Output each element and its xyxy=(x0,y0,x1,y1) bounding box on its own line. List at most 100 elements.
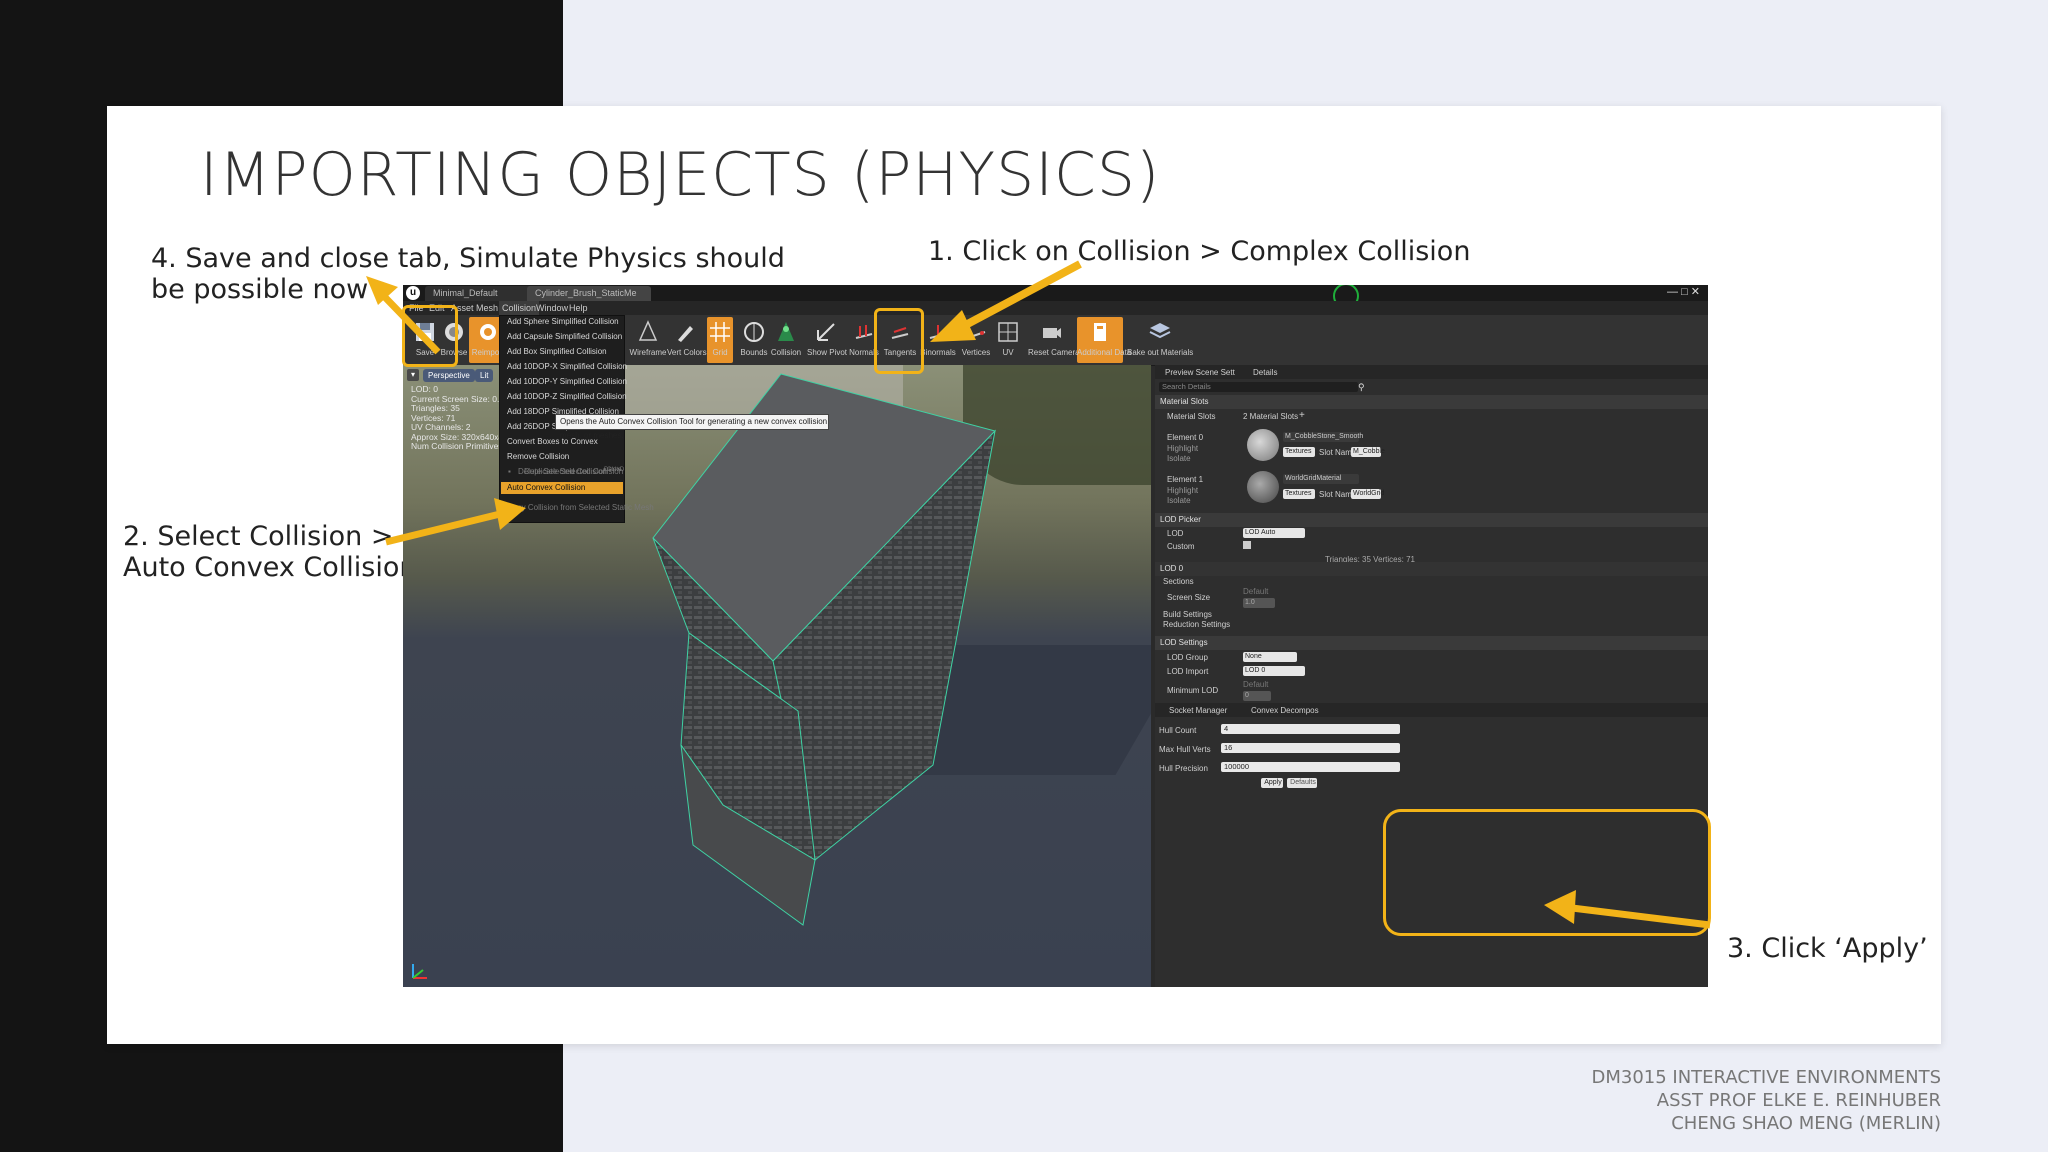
hull-precision-input[interactable]: 100000 xyxy=(1221,762,1400,772)
menu-collision[interactable]: Collision xyxy=(499,301,540,315)
binormals-icon xyxy=(929,325,947,339)
reimport-icon xyxy=(480,324,496,340)
show-pivot-button[interactable]: Show Pivot xyxy=(807,317,847,363)
data-icon xyxy=(1094,323,1106,341)
material-1-select[interactable]: WorldGridMaterial xyxy=(1283,474,1359,484)
lod-label: LOD xyxy=(1167,529,1184,538)
wireframe-button[interactable]: Wireframe xyxy=(629,317,667,363)
convex-callout-box xyxy=(1383,809,1711,936)
footer-line-1: DM3015 INTERACTIVE ENVIRONMENTS xyxy=(1591,1067,1941,1088)
collision-button[interactable]: Collision xyxy=(767,317,805,363)
tab-cylinder-brush[interactable]: Cylinder_Brush_StaticMe xyxy=(527,286,651,301)
bounds-icon xyxy=(744,322,764,342)
add-material-slot-icon[interactable]: + xyxy=(1299,410,1305,421)
lod-picker-header[interactable]: LOD Picker xyxy=(1155,513,1708,527)
slot-name-0-input[interactable]: M_Cobble xyxy=(1351,447,1385,457)
step-2-line-2: Auto Convex Collision xyxy=(123,552,417,583)
brush-icon xyxy=(678,326,693,342)
collision-icon xyxy=(778,322,794,341)
material-slots-label: Material Slots xyxy=(1167,412,1216,421)
defaults-button[interactable]: Defaults xyxy=(1287,778,1317,788)
step-1-text: 1. Click on Collision > Complex Collisio… xyxy=(928,236,1471,267)
element-0-isolate[interactable]: Isolate xyxy=(1167,454,1191,463)
uv-button[interactable]: UV xyxy=(989,317,1027,363)
reduction-settings-row[interactable]: Reduction Settings xyxy=(1163,620,1230,629)
window-controls[interactable]: — □ ✕ xyxy=(1667,285,1700,298)
tab-socket-manager[interactable]: Socket Manager xyxy=(1169,706,1227,715)
details-search-input[interactable]: Search Details xyxy=(1159,382,1358,392)
minimum-lod-default: Default xyxy=(1243,680,1269,689)
material-0-textures[interactable]: Textures xyxy=(1283,447,1315,457)
collision-callout-box xyxy=(874,308,924,374)
material-0-select[interactable]: M_CobbleStone_Smooth xyxy=(1283,432,1363,442)
grid-button[interactable]: Grid xyxy=(707,317,733,363)
element-1-label: Element 1 xyxy=(1167,475,1204,484)
lod-0-header[interactable]: LOD 0 xyxy=(1155,562,1708,576)
lod-group-select[interactable]: None xyxy=(1243,652,1297,662)
element-0-label: Element 0 xyxy=(1167,433,1204,442)
normals-icon xyxy=(855,325,873,339)
sections-row[interactable]: Sections xyxy=(1163,577,1194,586)
menu-window[interactable]: Window xyxy=(536,301,568,315)
material-1-textures[interactable]: Textures xyxy=(1283,489,1315,499)
reset-camera-button[interactable]: Reset Camera xyxy=(1028,317,1080,363)
step-2-line-1: 2. Select Collision > xyxy=(123,521,394,552)
bake-out-materials-button[interactable]: Bake out Materials xyxy=(1127,317,1193,363)
material-slots-header[interactable]: Material Slots xyxy=(1155,395,1708,409)
grid-icon xyxy=(710,322,730,342)
tab-minimal-default[interactable]: Minimal_Default xyxy=(425,286,537,301)
step-2-text: 2. Select Collision > Auto Convex Collis… xyxy=(123,521,417,583)
material-1-thumbnail[interactable] xyxy=(1247,471,1279,503)
lod-select[interactable]: LOD Auto xyxy=(1243,528,1305,538)
additional-data-button[interactable]: Additional Data xyxy=(1077,317,1131,363)
footer-credits: DM3015 INTERACTIVE ENVIRONMENTS ASST PRO… xyxy=(1591,1066,1941,1135)
lod-settings-header[interactable]: LOD Settings xyxy=(1155,636,1708,650)
vert-colors-button[interactable]: Vert Colors xyxy=(667,317,707,363)
lod-import-select[interactable]: LOD 0 xyxy=(1243,666,1305,676)
menu-add-box-collision[interactable]: Add Box Simplified Collision xyxy=(507,347,607,356)
panel-tab-bar xyxy=(1155,365,1708,379)
menu-remove-collision[interactable]: Remove Collision xyxy=(507,452,569,461)
wireframe-icon xyxy=(638,320,658,341)
minimum-lod-input[interactable]: 0 xyxy=(1243,691,1271,701)
layers-icon xyxy=(1149,323,1171,339)
perspective-button[interactable]: Perspective xyxy=(423,369,475,382)
binormals-button[interactable]: Binormals xyxy=(919,317,957,363)
max-hull-verts-input[interactable]: 16 xyxy=(1221,743,1400,753)
material-0-thumbnail[interactable] xyxy=(1247,429,1279,461)
tab-preview-scene-settings[interactable]: Preview Scene Sett xyxy=(1165,368,1235,377)
element-0-highlight[interactable]: Highlight xyxy=(1167,444,1198,453)
axis-gizmo-icon xyxy=(412,964,427,979)
tab-convex-decomposition[interactable]: Convex Decompos xyxy=(1251,706,1319,715)
menu-auto-convex-collision[interactable]: Auto Convex Collision xyxy=(507,483,585,492)
menu-add-10dop-y[interactable]: Add 10DOP-Y Simplified Collision xyxy=(507,377,627,386)
tab-details[interactable]: Details xyxy=(1253,368,1277,377)
save-callout-box xyxy=(402,305,458,367)
lod-import-label: LOD Import xyxy=(1167,667,1209,676)
menu-add-sphere-collision[interactable]: Add Sphere Simplified Collision xyxy=(507,317,619,326)
step-4-line-1: 4. Save and close tab, Simulate Physics … xyxy=(151,243,785,274)
lit-button[interactable]: Lit xyxy=(475,369,494,382)
hull-precision-label: Hull Precision xyxy=(1159,764,1208,773)
apply-button[interactable]: Apply xyxy=(1261,778,1283,788)
shortcut-duplicate: Ctrl+D xyxy=(607,467,625,473)
element-1-isolate[interactable]: Isolate xyxy=(1167,496,1191,505)
element-1-highlight[interactable]: Highlight xyxy=(1167,486,1198,495)
slot-name-1-input[interactable]: WorldGrid xyxy=(1351,489,1384,499)
step-3-text: 3. Click ‘Apply’ xyxy=(1727,933,1928,964)
menu-help[interactable]: Help xyxy=(569,301,588,315)
screen-size-input[interactable]: 1.0 xyxy=(1243,598,1275,608)
menu-copy-collision[interactable]: Copy Collision from Selected Static Mesh xyxy=(507,503,654,512)
slide-title: IMPORTING OBJECTS (PHYSICS) xyxy=(200,140,1161,210)
custom-checkbox[interactable] xyxy=(1243,541,1251,549)
auto-convex-tooltip: Opens the Auto Convex Collision Tool for… xyxy=(555,414,829,440)
max-hull-verts-label: Max Hull Verts xyxy=(1159,745,1211,754)
build-settings-row[interactable]: Build Settings xyxy=(1163,610,1212,619)
menu-add-capsule-collision[interactable]: Add Capsule Simplified Collision xyxy=(507,332,622,341)
menu-add-10dop-x[interactable]: Add 10DOP-X Simplified Collision xyxy=(507,362,627,371)
menu-add-10dop-z[interactable]: Add 10DOP-Z Simplified Collision xyxy=(507,392,627,401)
menu-mesh[interactable]: Mesh xyxy=(476,301,498,315)
minimum-lod-label: Minimum LOD xyxy=(1167,686,1219,695)
viewport-options-button[interactable]: ▾ xyxy=(407,369,419,381)
hull-count-input[interactable]: 4 xyxy=(1221,724,1400,734)
